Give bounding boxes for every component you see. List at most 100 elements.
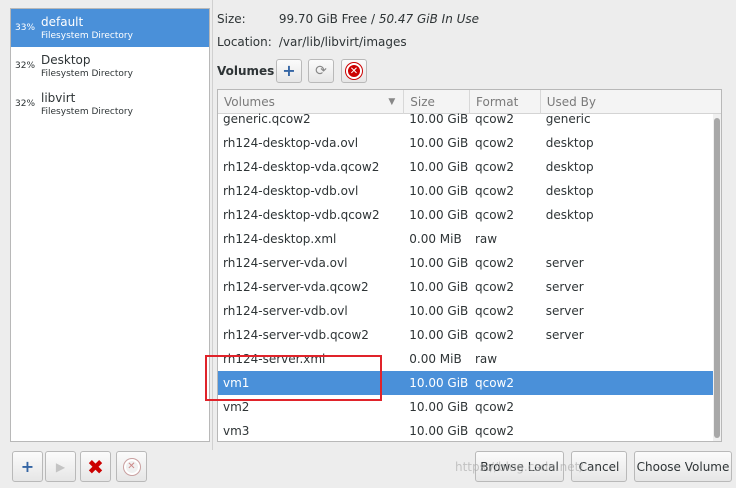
volume-size-cell: 10.00 GiB xyxy=(409,112,469,126)
volume-format-cell: qcow2 xyxy=(475,208,515,222)
volume-name-cell: rh124-server-vda.qcow2 xyxy=(223,280,369,294)
add-pool-button[interactable]: + xyxy=(12,451,43,482)
volume-format-cell: qcow2 xyxy=(475,424,515,438)
volume-used-by-cell: desktop xyxy=(545,184,594,198)
pool-type: Filesystem Directory xyxy=(41,30,133,41)
volume-format-cell: raw xyxy=(475,232,498,246)
free-space: 99.70 GiB Free xyxy=(278,12,368,26)
storage-pool-list: 33% default Filesystem Directory 32% Desktop… xyxy=(10,8,210,442)
volume-format-cell: raw xyxy=(475,352,498,366)
volume-name-cell: rh124-desktop-vda.ovl xyxy=(223,136,359,150)
location-label: Location: xyxy=(217,35,272,49)
table-row[interactable]: rh124-desktop-vda.qcow2 10.00 GiB qcow2 des… xyxy=(218,155,721,179)
table-row[interactable]: rh124-desktop-vdb.ovl 10.00 GiB qcow2 deskt… xyxy=(218,179,721,203)
pool-item-libvirt[interactable]: 32% libvirt Filesystem Directory xyxy=(11,85,209,123)
volume-used-by-cell: desktop xyxy=(545,208,594,222)
volume-name-cell: rh124-server-vda.ovl xyxy=(223,256,348,270)
volume-format-cell: qcow2 xyxy=(475,136,515,150)
volume-used-by-cell: desktop xyxy=(545,160,594,174)
volume-size-cell: 10.00 GiB xyxy=(409,376,469,390)
pool-usage-percent: 32% xyxy=(15,98,36,109)
volume-format-cell: qcow2 xyxy=(475,256,515,270)
volume-format-cell: qcow2 xyxy=(475,304,515,318)
volume-name-cell: vm2 xyxy=(223,400,250,414)
volume-name-cell: rh124-desktop.xml xyxy=(223,232,337,246)
add-volume-button[interactable]: + xyxy=(276,59,302,83)
size-separator: / xyxy=(367,12,379,26)
refresh-volumes-button[interactable]: ⟳ xyxy=(308,59,334,83)
pool-text: libvirt Filesystem Directory xyxy=(41,91,133,118)
volume-size-cell: 10.00 GiB xyxy=(409,280,469,294)
delete-icon: ✖ xyxy=(87,454,104,479)
pool-usage-percent: 32% xyxy=(15,60,36,71)
volume-format-cell: qcow2 xyxy=(475,328,515,342)
play-icon: ▶ xyxy=(55,459,66,474)
location-value: /var/lib/libvirt/images xyxy=(278,35,407,49)
volume-size-cell: 10.00 GiB xyxy=(409,304,469,318)
in-use-space: 50.47 GiB In Use xyxy=(378,12,480,26)
pool-name: Desktop xyxy=(41,52,91,67)
volume-used-by-cell: generic xyxy=(545,112,591,126)
highlight-annotation-box xyxy=(205,355,382,401)
size-label: Size: xyxy=(217,12,246,26)
table-row[interactable]: rh124-desktop-vda.ovl 10.00 GiB qcow2 deskt… xyxy=(218,131,721,155)
volume-format-cell: qcow2 xyxy=(475,280,515,294)
stop-icon: ✕ xyxy=(346,63,362,79)
volume-size-cell: 10.00 GiB xyxy=(409,328,469,342)
volume-size-cell: 10.00 GiB xyxy=(409,400,469,414)
plus-icon: + xyxy=(282,61,296,80)
volume-format-cell: qcow2 xyxy=(475,112,515,126)
volume-name-cell: rh124-server-vdb.ovl xyxy=(223,304,348,318)
pool-usage-percent: 33% xyxy=(15,22,36,33)
pool-item-default[interactable]: 33% default Filesystem Directory xyxy=(11,9,209,47)
pool-type: Filesystem Directory xyxy=(41,68,133,79)
volume-size-cell: 0.00 MiB xyxy=(409,232,462,246)
table-row[interactable]: rh124-server-vdb.qcow2 10.00 GiB qcow2 serv… xyxy=(218,323,721,347)
scrollbar-thumb[interactable] xyxy=(714,118,720,438)
delete-pool-button[interactable]: ✖ xyxy=(80,451,111,482)
volume-size-cell: 10.00 GiB xyxy=(409,160,469,174)
volume-used-by-cell: desktop xyxy=(545,136,594,150)
pool-size-row: Size: 99.70 GiB Free / 50.47 GiB In Use xyxy=(217,12,479,26)
refresh-icon: ⟳ xyxy=(315,63,327,79)
pool-text: default Filesystem Directory xyxy=(41,15,133,42)
volume-name-cell: rh124-desktop-vdb.qcow2 xyxy=(223,208,380,222)
pool-name: libvirt xyxy=(41,90,76,105)
volume-format-cell: qcow2 xyxy=(475,160,515,174)
table-row[interactable]: rh124-desktop.xml 0.00 MiB raw xyxy=(218,227,721,251)
table-row[interactable]: rh124-server-vdb.ovl 10.00 GiB qcow2 server xyxy=(218,299,721,323)
volume-format-cell: qcow2 xyxy=(475,400,515,414)
pool-location-row: Location: /var/lib/libvirt/images xyxy=(217,35,407,49)
volume-name-cell: rh124-server-vdb.qcow2 xyxy=(223,328,369,342)
volume-format-cell: qcow2 xyxy=(475,376,515,390)
browse-local-button[interactable]: Browse Local xyxy=(475,451,564,482)
stop-icon: ✕ xyxy=(123,458,140,475)
volume-name-cell: rh124-desktop-vda.qcow2 xyxy=(223,160,380,174)
cancel-button[interactable]: Cancel xyxy=(571,451,627,482)
pool-name: default xyxy=(41,14,84,29)
table-row[interactable]: rh124-desktop-vdb.qcow2 10.00 GiB qcow2 des… xyxy=(218,203,721,227)
volume-size-cell: 10.00 GiB xyxy=(409,136,469,150)
table-row[interactable]: rh124-server-vda.ovl 10.00 GiB qcow2 server xyxy=(218,251,721,275)
sort-down-icon: ▼ xyxy=(388,97,396,107)
table-row[interactable]: vm3 10.00 GiB qcow2 xyxy=(218,419,721,441)
volume-name-cell: generic.qcow2 xyxy=(223,112,311,126)
start-pool-button[interactable]: ▶ xyxy=(45,451,76,482)
stop-pool-button[interactable]: ✕ xyxy=(116,451,147,482)
volume-name-cell: rh124-desktop-vdb.ovl xyxy=(223,184,359,198)
delete-volume-button[interactable]: ✕ xyxy=(341,59,367,83)
vertical-scrollbar[interactable] xyxy=(713,114,721,441)
volume-name-cell: vm3 xyxy=(223,424,250,438)
table-row[interactable]: generic.qcow2 10.00 GiB qcow2 generic xyxy=(218,107,721,131)
volume-used-by-cell: server xyxy=(545,304,584,318)
table-row[interactable]: rh124-server-vda.qcow2 10.00 GiB qcow2 serv… xyxy=(218,275,721,299)
choose-volume-button[interactable]: Choose Volume xyxy=(634,451,732,482)
volume-size-cell: 10.00 GiB xyxy=(409,256,469,270)
pool-text: Desktop Filesystem Directory xyxy=(41,53,133,80)
volume-size-cell: 10.00 GiB xyxy=(409,184,469,198)
volumes-header: Volumes xyxy=(217,64,275,78)
pool-item-desktop[interactable]: 32% Desktop Filesystem Directory xyxy=(11,47,209,85)
size-value: 99.70 GiB Free / 50.47 GiB In Use xyxy=(279,12,479,26)
volume-size-cell: 10.00 GiB xyxy=(409,208,469,222)
pool-type: Filesystem Directory xyxy=(41,106,133,117)
